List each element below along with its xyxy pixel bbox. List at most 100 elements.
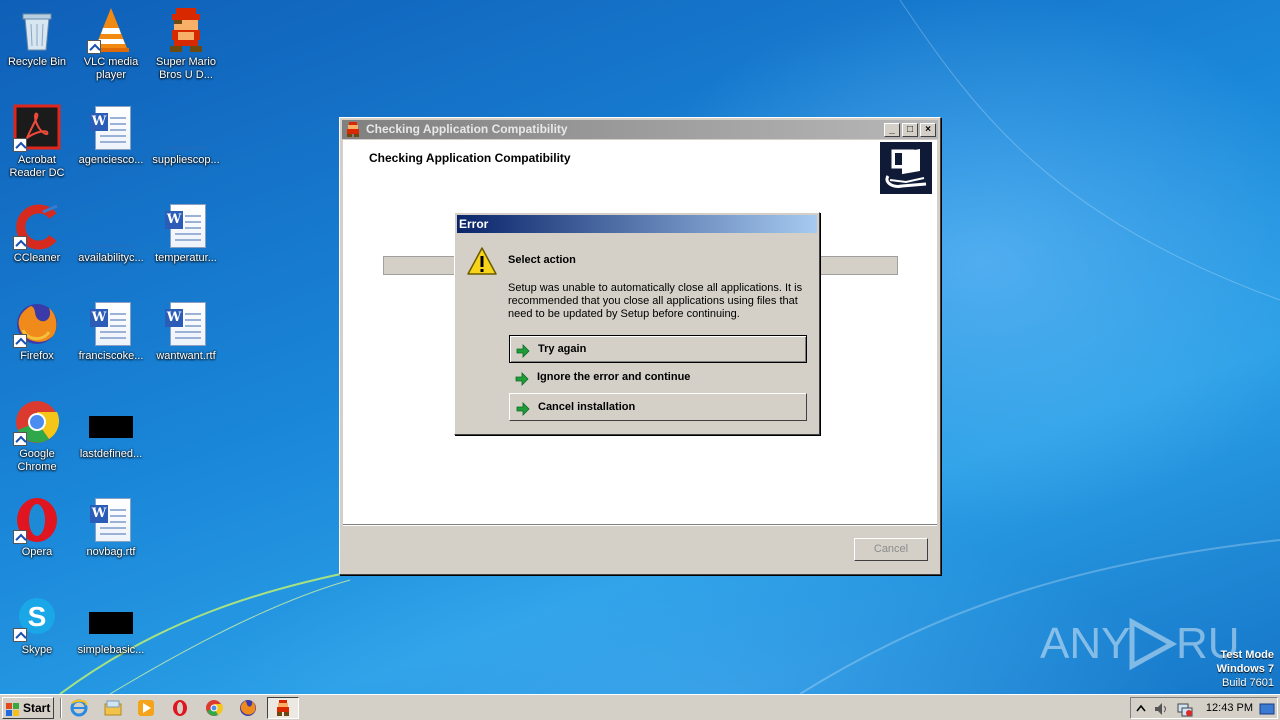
- word-document-icon: W: [87, 496, 135, 544]
- ccleaner-icon: [13, 202, 61, 250]
- desktop-icon-label: CCleaner: [13, 252, 61, 264]
- desktop-icon-label: Opera: [21, 546, 53, 558]
- green-arrow-icon: [515, 370, 529, 386]
- shortcut-arrow-icon: [13, 138, 27, 152]
- desktop-icon-label: wantwant.rtf: [156, 350, 216, 362]
- desktop-icon-label: Firefox: [20, 350, 54, 362]
- setup-separator: [343, 524, 937, 526]
- desktop-icon-super-mario[interactable]: Super Mario Bros U D...: [149, 4, 223, 94]
- recycle-bin-icon: [13, 6, 61, 54]
- desktop-icon-franciscoke[interactable]: W franciscoke...: [74, 298, 148, 388]
- ignore-error-label: Ignore the error and continue: [537, 371, 691, 383]
- setup-cancel-button[interactable]: Cancel: [854, 538, 928, 561]
- word-document-icon: W: [162, 300, 210, 348]
- desktop-icon-label: novbag.rtf: [86, 546, 136, 558]
- ie-quicklaunch-icon[interactable]: [68, 698, 90, 718]
- show-hidden-icons-icon[interactable]: [1133, 701, 1149, 717]
- green-arrow-icon: [516, 400, 530, 416]
- vlc-icon: [87, 6, 135, 54]
- black-file-icon: [87, 398, 135, 446]
- clock[interactable]: 12:43 PM: [1206, 702, 1253, 714]
- shortcut-arrow-icon: [13, 236, 27, 250]
- desktop-icon-suppliescop[interactable]: suppliescop...: [149, 102, 223, 192]
- desktop-icon-label: VLC media player: [83, 56, 139, 81]
- setup-heading: Checking Application Compatibility: [369, 151, 571, 165]
- error-message: Setup was unable to automatically close …: [508, 282, 803, 320]
- show-desktop-icon[interactable]: [1259, 701, 1275, 717]
- taskbar-setup-app-button[interactable]: [267, 697, 299, 719]
- build-text: Build 7601: [1222, 677, 1274, 689]
- acrobat-icon: [13, 104, 61, 152]
- windows-flag-icon: [6, 702, 20, 716]
- desktop-icon-simplebasic[interactable]: simplebasic...: [74, 592, 148, 682]
- blank-file-icon: [87, 202, 135, 250]
- desktop-icon-lastdefined[interactable]: lastdefined...: [74, 396, 148, 486]
- desktop-icon-recycle-bin[interactable]: Recycle Bin: [0, 4, 74, 94]
- black-file-icon: [87, 594, 135, 642]
- desktop-icon-opera[interactable]: Opera: [0, 494, 74, 584]
- opera-icon: [13, 496, 61, 544]
- word-document-icon: W: [162, 202, 210, 250]
- desktop-icon-wantwant[interactable]: W wantwant.rtf: [149, 298, 223, 388]
- desktop-icon-label: Skype: [21, 644, 53, 656]
- error-dialog: Error Select action Setup was unable to …: [454, 212, 820, 435]
- select-action-heading: Select action: [508, 254, 576, 266]
- desktop-icon-ccleaner[interactable]: CCleaner: [0, 200, 74, 290]
- word-document-icon: W: [87, 300, 135, 348]
- anyrun-watermark: ANY RUN: [1040, 612, 1271, 672]
- error-dialog-titlebar[interactable]: Error: [457, 215, 817, 233]
- shortcut-arrow-icon: [13, 432, 27, 446]
- mario-app-icon: [346, 122, 360, 137]
- start-button[interactable]: Start: [2, 697, 54, 719]
- taskbar-separator: [60, 698, 62, 718]
- setup-window-titlebar[interactable]: Checking Application Compatibility _ □ ×: [342, 120, 938, 139]
- firefox-icon: [13, 300, 61, 348]
- desktop-icon-label: suppliescop...: [152, 154, 220, 166]
- desktop: Recycle Bin Acrobat Reader DC CCleaner F…: [0, 0, 1280, 694]
- setup-window-title: Checking Application Compatibility: [366, 122, 568, 136]
- explorer-quicklaunch-icon[interactable]: [102, 698, 124, 718]
- minimize-button[interactable]: _: [884, 123, 900, 137]
- media-player-quicklaunch-icon[interactable]: [135, 698, 157, 718]
- network-icon[interactable]: [1177, 701, 1193, 717]
- installer-computer-icon: [880, 142, 932, 194]
- desktop-icon-availabilityc[interactable]: availabilityc...: [74, 200, 148, 290]
- desktop-icon-agenciesco[interactable]: W agenciesco...: [74, 102, 148, 192]
- shortcut-arrow-icon: [13, 530, 27, 544]
- shortcut-arrow-icon: [13, 628, 27, 642]
- desktop-icon-label: franciscoke...: [78, 350, 144, 362]
- desktop-icon-label: availabilityc...: [78, 252, 144, 264]
- close-button[interactable]: ×: [920, 123, 936, 137]
- volume-icon[interactable]: [1153, 701, 1169, 717]
- firefox-quicklaunch-icon[interactable]: [237, 698, 259, 718]
- desktop-icon-vlc[interactable]: VLC media player: [74, 4, 148, 94]
- chrome-quicklaunch-icon[interactable]: [203, 698, 225, 718]
- desktop-icon-chrome[interactable]: Google Chrome: [0, 396, 74, 486]
- chrome-icon: [13, 398, 61, 446]
- svg-text:S: S: [28, 601, 47, 632]
- green-arrow-icon: [516, 342, 530, 358]
- maximize-button[interactable]: □: [902, 123, 918, 137]
- try-again-label: Try again: [538, 343, 587, 355]
- blank-file-icon: [162, 104, 210, 152]
- opera-quicklaunch-icon[interactable]: [169, 698, 191, 718]
- desktop-icon-acrobat[interactable]: Acrobat Reader DC: [0, 102, 74, 192]
- error-dialog-title: Error: [459, 217, 489, 231]
- system-tray: 12:43 PM: [1130, 697, 1278, 719]
- desktop-icon-label: Recycle Bin: [7, 56, 67, 68]
- taskbar: Start 12:43 PM: [0, 694, 1280, 720]
- mario-icon: [162, 6, 210, 54]
- ignore-error-button[interactable]: Ignore the error and continue: [509, 364, 807, 392]
- desktop-icon-temperatur[interactable]: W temperatur...: [149, 200, 223, 290]
- try-again-button[interactable]: Try again: [509, 335, 807, 363]
- test-mode-text: Test Mode: [1220, 649, 1274, 661]
- desktop-icon-novbag[interactable]: W novbag.rtf: [74, 494, 148, 584]
- cancel-installation-button[interactable]: Cancel installation: [509, 393, 807, 421]
- desktop-icon-firefox[interactable]: Firefox: [0, 298, 74, 388]
- mario-taskbar-icon: [277, 700, 289, 716]
- shortcut-arrow-icon: [13, 334, 27, 348]
- desktop-icon-skype[interactable]: S Skype: [0, 592, 74, 682]
- desktop-icon-label: simplebasic...: [77, 644, 145, 656]
- cancel-installation-label: Cancel installation: [538, 401, 636, 413]
- desktop-icon-label: temperatur...: [155, 252, 217, 264]
